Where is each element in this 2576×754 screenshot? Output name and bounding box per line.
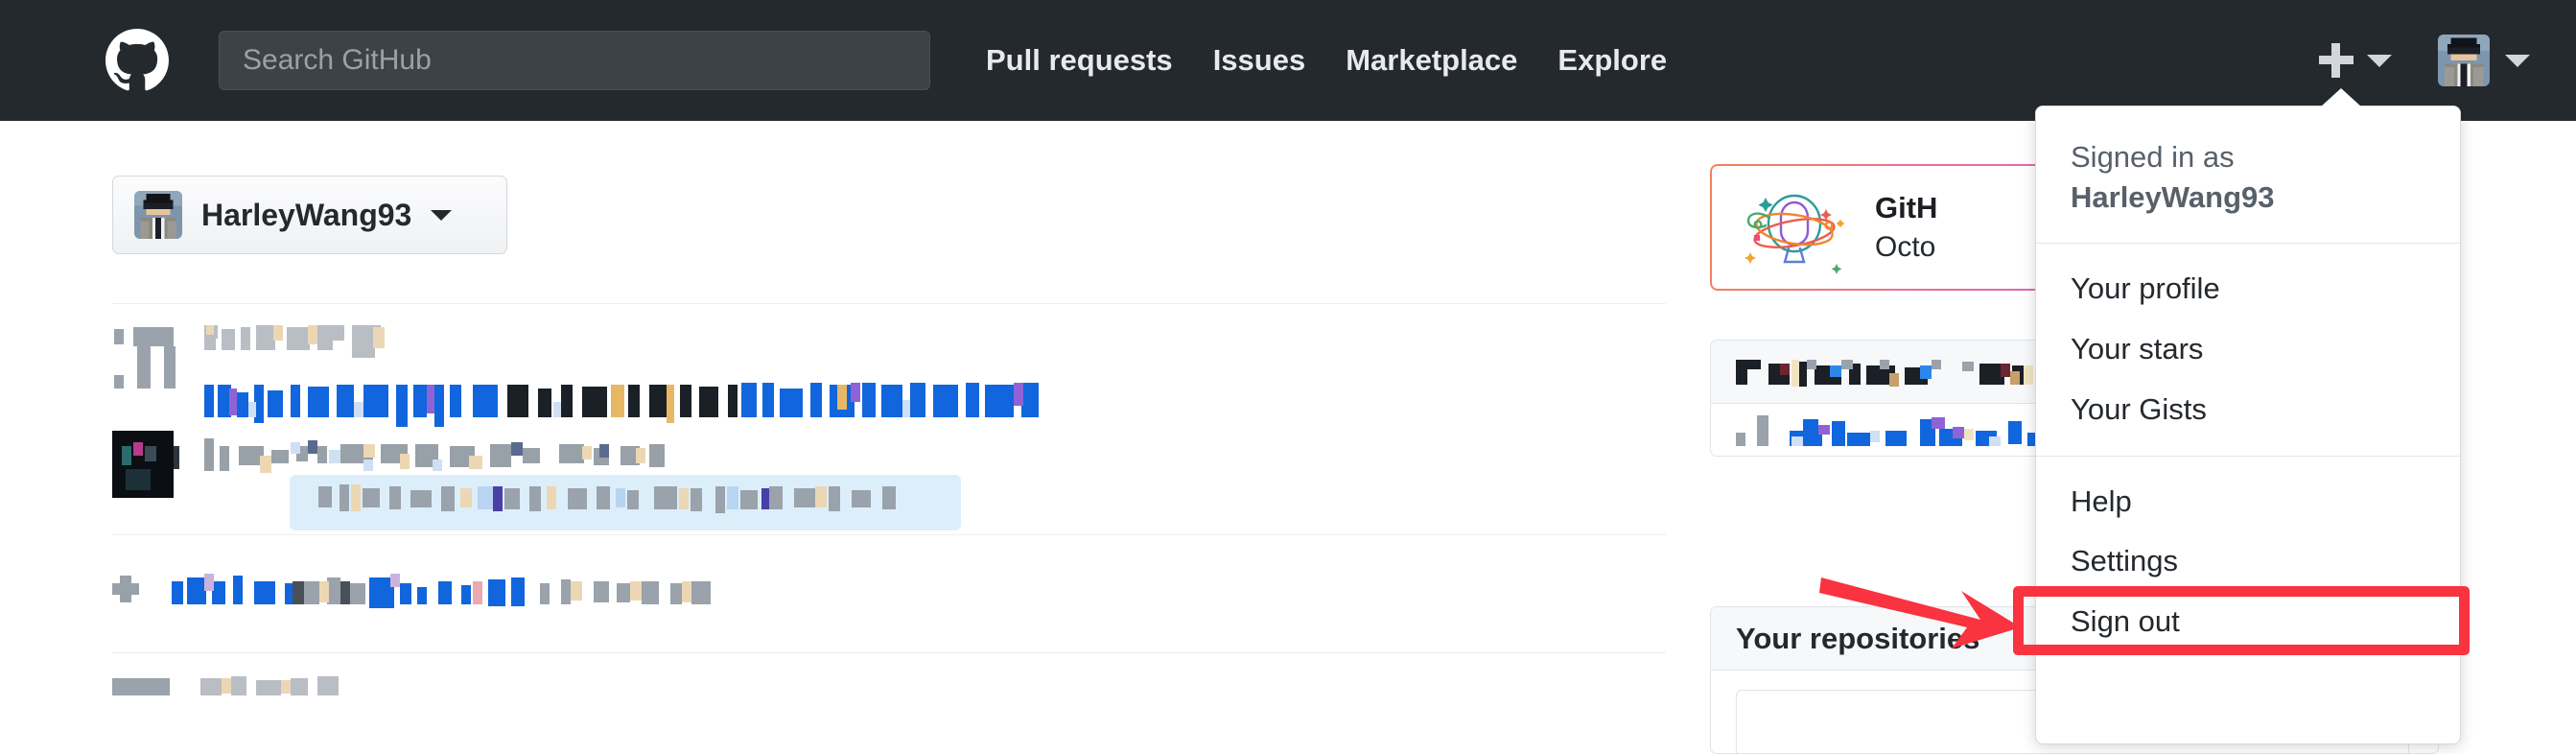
global-header: Pull requests Issues Marketplace Explore xyxy=(0,0,2576,121)
github-mark-icon xyxy=(105,29,169,92)
menu-item-your-profile[interactable]: Your profile xyxy=(2036,259,2460,319)
signed-in-username: HarleyWang93 xyxy=(2071,179,2275,214)
header-actions xyxy=(2319,35,2530,86)
feed-item[interactable] xyxy=(112,534,1666,652)
github-logo-link[interactable] xyxy=(105,29,169,92)
menu-item-sign-out[interactable]: Sign out xyxy=(2036,592,2460,652)
news-feed xyxy=(112,303,1666,711)
signed-in-block: Signed in as HarleyWang93 xyxy=(2036,106,2460,244)
nav-marketplace[interactable]: Marketplace xyxy=(1346,43,1517,78)
primary-navigation: Pull requests Issues Marketplace Explore xyxy=(986,43,1667,78)
feed-item[interactable] xyxy=(112,652,1666,711)
menu-group-profile: Your profile Your stars Your Gists xyxy=(2036,244,2460,457)
account-username: HarleyWang93 xyxy=(201,197,412,232)
your-repositories-title: Your repositories xyxy=(1736,621,1980,655)
chevron-down-icon xyxy=(2505,54,2530,67)
user-dropdown-menu: Signed in as HarleyWang93 Your profile Y… xyxy=(2035,106,2461,744)
nav-pull-requests[interactable]: Pull requests xyxy=(986,43,1173,78)
nav-issues[interactable]: Issues xyxy=(1213,43,1306,78)
promo-subtitle: Octo xyxy=(1875,231,1936,263)
octocat-planet-icon xyxy=(1737,179,1852,275)
chevron-down-icon xyxy=(431,209,453,221)
search-input[interactable] xyxy=(241,43,908,78)
plus-icon xyxy=(2319,43,2354,78)
chevron-down-icon xyxy=(2367,54,2392,67)
menu-item-your-stars[interactable]: Your stars xyxy=(2036,319,2460,380)
account-context-switcher[interactable]: HarleyWang93 xyxy=(112,176,507,254)
create-new-button[interactable] xyxy=(2319,43,2392,78)
redacted-comment-box xyxy=(290,475,961,530)
redacted-content xyxy=(112,574,711,608)
redacted-content xyxy=(112,676,339,695)
menu-item-settings[interactable]: Settings xyxy=(2036,531,2460,592)
menu-item-help[interactable]: Help xyxy=(2036,472,2460,532)
search-box[interactable] xyxy=(219,31,930,90)
menu-item-your-gists[interactable]: Your Gists xyxy=(2036,380,2460,440)
user-avatar-detective-icon xyxy=(134,191,182,239)
feed-item[interactable] xyxy=(112,303,1666,534)
promo-text: GitH Octo xyxy=(1875,191,1937,264)
signed-in-label: Signed in as xyxy=(2071,140,2235,174)
nav-explore[interactable]: Explore xyxy=(1557,43,1667,78)
promo-title: GitH xyxy=(1875,191,1938,224)
dropdown-caret-tip xyxy=(2320,88,2362,107)
menu-group-account: Help Settings Sign out xyxy=(2036,457,2460,669)
user-menu-button[interactable] xyxy=(2438,35,2530,86)
user-avatar-detective-icon xyxy=(2438,35,2490,86)
redacted-content xyxy=(112,325,1039,498)
